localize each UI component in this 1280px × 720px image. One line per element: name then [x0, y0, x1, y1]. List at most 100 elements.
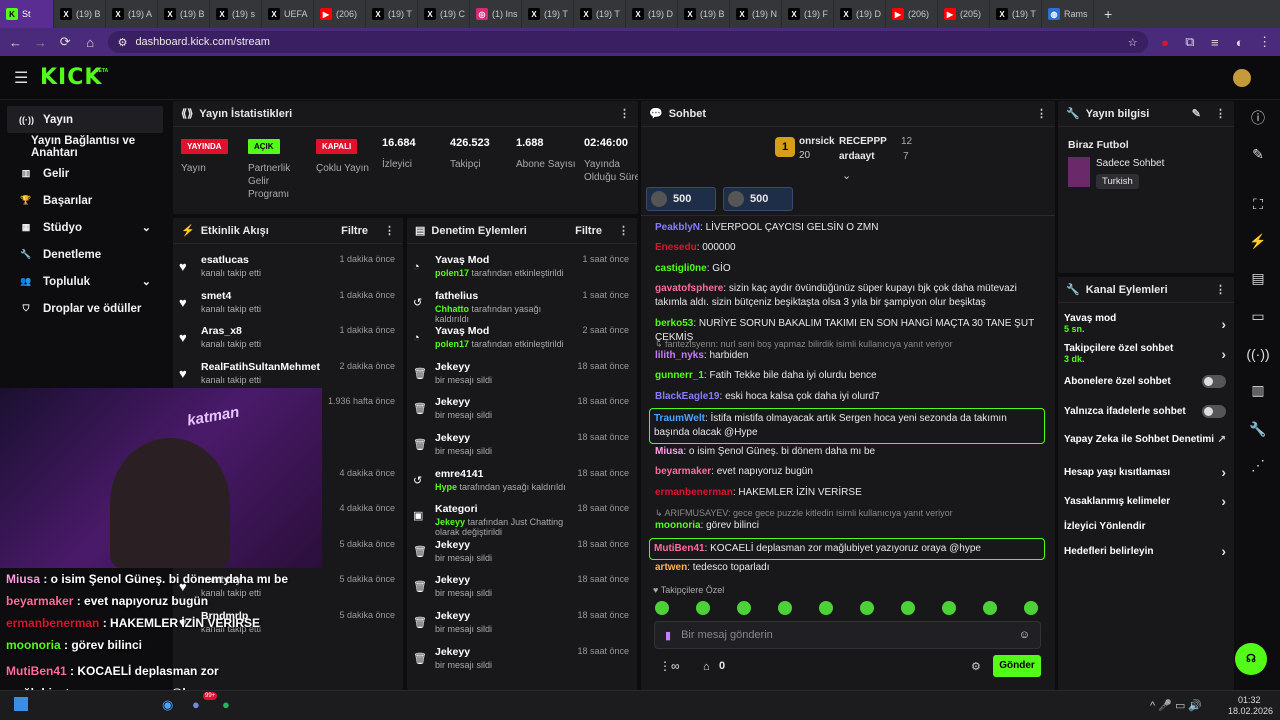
browser-tab[interactable]: X (19) C: [418, 0, 470, 28]
chat-message[interactable]: Miusa: o isim Şenol Güneş. bi dönem daha…: [655, 445, 1041, 459]
media-icon[interactable]: ≡: [1207, 35, 1222, 50]
activity-user[interactable]: RealFatihSultanMehmet: [201, 361, 320, 373]
gift-card-1[interactable]: 500: [646, 187, 716, 211]
external-link-icon[interactable]: ↗: [1218, 434, 1226, 445]
chevron-right-icon[interactable]: ›: [1221, 316, 1226, 332]
browser-tab[interactable]: ▶ (206): [886, 0, 938, 28]
browser-tab[interactable]: X (19) F: [782, 0, 834, 28]
leaderboard-user-2[interactable]: RECEPPP: [839, 136, 887, 147]
moderation-row[interactable]: ↺ fathelius Chhatto tarafından yasağı kald…: [413, 290, 629, 324]
chat-icon[interactable]: ▭: [1238, 296, 1278, 336]
channel-action[interactable]: İzleyici Yönlendir: [1064, 521, 1226, 532]
emote-icon[interactable]: [983, 601, 997, 615]
moderation-row[interactable]: 🗑 Jekeyy bir mesajı sildi 18 saat önce: [413, 432, 629, 466]
browser-tab[interactable]: X (19) D: [626, 0, 678, 28]
browser-tab[interactable]: X (19) D: [834, 0, 886, 28]
moderation-row[interactable]: 🗑 Jekeyy bir mesajı sildi 18 saat önce: [413, 396, 629, 430]
chat-username[interactable]: berko53: [655, 318, 693, 329]
moderator-name[interactable]: polen17: [435, 268, 469, 278]
lightning-icon[interactable]: ⚡: [1238, 221, 1278, 261]
back-icon[interactable]: ←: [8, 35, 23, 50]
chat-username[interactable]: beyarmaker: [655, 466, 711, 477]
activity-row[interactable]: ♥ smet4 kanalı takip etti 1 dakika önce: [179, 290, 395, 324]
moderation-row[interactable]: 🗑 Jekeyy bir mesajı sildi 18 saat önce: [413, 574, 629, 608]
forward-icon[interactable]: →: [33, 35, 48, 50]
chat-username[interactable]: ermanbenerman: [655, 487, 733, 498]
chat-username[interactable]: Miusa: [655, 446, 683, 457]
chat-message[interactable]: moonoria: görev bilinci: [655, 519, 1041, 533]
edit-pencil-icon[interactable]: ✎: [1192, 107, 1201, 120]
steam-icon[interactable]: ◉: [162, 697, 173, 713]
user-avatar[interactable]: [1233, 69, 1251, 87]
emote-icon[interactable]: [942, 601, 956, 615]
sidebar-item[interactable]: Yayın Bağlantısı ve Anahtarı: [7, 133, 163, 160]
moderation-row[interactable]: ↺ emre4141 Hype tarafından yasağı kaldırıl…: [413, 468, 629, 502]
info-icon[interactable]: ⓘ: [1238, 98, 1278, 138]
discord-icon[interactable]: ●: [192, 697, 200, 712]
moderator-name[interactable]: Chhatto: [435, 304, 469, 314]
chevron-right-icon[interactable]: ›: [1221, 464, 1226, 480]
moderation-filter-button[interactable]: Filtre: [575, 225, 602, 237]
chat-message[interactable]: Enesedu: 000000: [655, 241, 1041, 255]
chat-message[interactable]: ermanbenerman: HAKEMLER İZİN VERİRSE: [655, 486, 1041, 500]
chat-message[interactable]: TraumWelt: İstifa mistifa olmayacak artı…: [649, 408, 1045, 444]
browser-tab[interactable]: X (19) T: [574, 0, 626, 28]
chevron-right-icon[interactable]: ›: [1221, 346, 1226, 362]
channel-action[interactable]: Yapay Zeka ile Sohbet Denetimi ↗: [1064, 434, 1226, 445]
emote-icon[interactable]: [778, 601, 792, 615]
moderation-row[interactable]: 🗑 Jekeyy bir mesajı sildi 18 saat önce: [413, 539, 629, 573]
browser-tab[interactable]: X (19) B: [678, 0, 730, 28]
moderator-name[interactable]: Hype: [435, 482, 457, 492]
home-icon[interactable]: ⌂: [83, 35, 98, 50]
bank-icon[interactable]: ⌂: [703, 661, 710, 673]
activity-row[interactable]: ♥ esatlucas kanalı takip etti 1 dakika önce: [179, 254, 395, 288]
sidebar-item[interactable]: ▥ Gelir: [7, 160, 163, 187]
send-button[interactable]: Gönder: [993, 655, 1041, 677]
chat-username[interactable]: castigli0ne: [655, 263, 707, 274]
browser-menu-icon[interactable]: ⋮: [1257, 34, 1272, 50]
chat-username[interactable]: gavatofsphere: [655, 283, 723, 294]
browser-tab[interactable]: X (19) T: [522, 0, 574, 28]
chevron-right-icon[interactable]: ›: [1221, 543, 1226, 559]
reload-icon[interactable]: ⟳: [58, 34, 73, 50]
chat-username[interactable]: gunnerr_1: [655, 370, 704, 381]
extensions-puzzle-icon[interactable]: ⧉: [1182, 34, 1197, 50]
browser-tab[interactable]: X (19) A: [106, 0, 158, 28]
moderation-row[interactable]: ◔ Yavaş Mod polen17 tarafından etkinleştir…: [413, 254, 629, 288]
chat-message[interactable]: castigli0ne: GİO: [655, 262, 1041, 276]
chat-username[interactable]: PeakblyN: [655, 222, 700, 233]
chat-settings-icon[interactable]: ⚙: [971, 660, 981, 673]
profile-avatar-icon[interactable]: ◐: [1232, 35, 1247, 50]
sidebar-item[interactable]: 👥 Topluluk ⌄: [7, 268, 163, 295]
moderation-row[interactable]: 🗑 Jekeyy bir mesajı sildi 18 saat önce: [413, 646, 629, 680]
site-info-icon[interactable]: ⚙: [118, 36, 128, 49]
sidebar-item[interactable]: 🔧 Denetleme: [7, 241, 163, 268]
emote-icon[interactable]: [1024, 601, 1038, 615]
chat-username[interactable]: artwen: [655, 562, 687, 573]
start-icon[interactable]: [14, 697, 28, 711]
support-chat-icon[interactable]: ☊: [1235, 643, 1267, 675]
note-icon[interactable]: ▤: [1238, 258, 1278, 298]
activity-row[interactable]: ♥ Aras_x8 kanalı takip etti 1 dakika önce: [179, 325, 395, 359]
bookmark-star-icon[interactable]: ☆: [1128, 36, 1138, 49]
chat-message[interactable]: PeakblyN: LİVERPOOL ÇAYCISI GELSİN O ZMN: [655, 221, 1041, 235]
chat-input[interactable]: ▮ Bir mesaj gönderin ☺: [654, 621, 1041, 649]
activity-user[interactable]: esatlucas: [201, 254, 261, 266]
emote-icon[interactable]: [901, 601, 915, 615]
broadcast-icon[interactable]: ((·)): [1238, 334, 1278, 374]
expand-chevron-icon[interactable]: ⌄: [842, 169, 851, 182]
category-name[interactable]: Sadece Sohbet: [1096, 158, 1164, 169]
channel-action[interactable]: Yalnızca ifadelerle sohbet: [1064, 405, 1226, 418]
browser-tab[interactable]: X (19) B: [158, 0, 210, 28]
toggle-switch[interactable]: [1202, 375, 1226, 388]
chat-message[interactable]: MutiBen41: KOCAELİ deplasman zor mağlubi…: [649, 538, 1045, 560]
chat-username[interactable]: lilith_nyks: [655, 350, 704, 361]
emote-icon[interactable]: [655, 601, 669, 615]
chat-username[interactable]: TraumWelt: [654, 413, 705, 424]
chat-message[interactable]: BlackEagle19: eski hoca kalsa çok daha i…: [655, 390, 1041, 404]
chevron-down-icon[interactable]: ⌄: [142, 275, 151, 288]
moderation-menu-icon[interactable]: ⋮: [618, 224, 629, 237]
browser-tab[interactable]: X (19) T: [366, 0, 418, 28]
browser-tab[interactable]: ▶ (206): [314, 0, 366, 28]
channel-action[interactable]: Abonelere özel sohbet: [1064, 375, 1226, 388]
